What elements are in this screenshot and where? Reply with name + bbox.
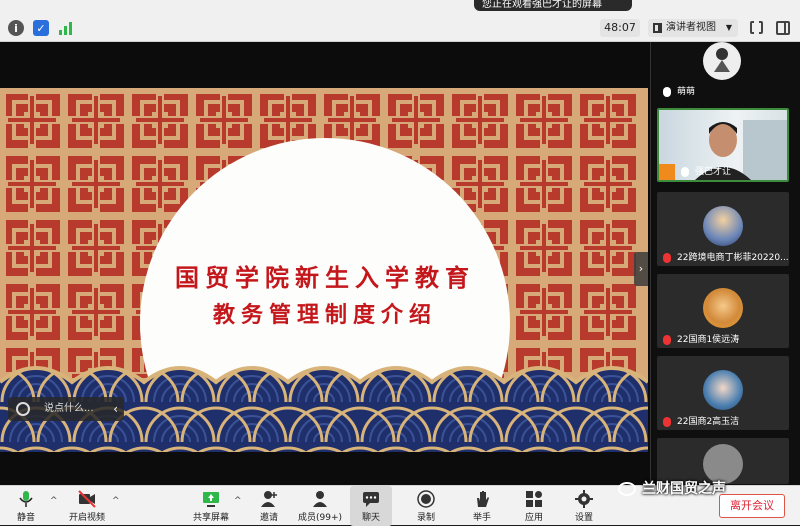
hand-icon [477, 491, 489, 507]
video-off-icon [78, 490, 96, 508]
chevron-up-icon[interactable]: ^ [112, 496, 120, 506]
speaker-view-dropdown[interactable]: 演讲者视图 ▼ [648, 19, 738, 37]
participant-tile-active[interactable]: 强巴才让 [657, 108, 789, 182]
chat-icon [363, 492, 379, 507]
chevron-down-icon: ▼ [725, 23, 732, 32]
meeting-timer: 48:07 [600, 19, 640, 37]
info-icon[interactable]: i [8, 20, 24, 36]
participant-name: 22国商2高玉洁 [677, 417, 740, 427]
sharing-banner[interactable]: 您正在观看强巴才让的屏幕 [474, 0, 632, 11]
chat-placeholder: 说点什么... [44, 403, 94, 414]
avatar [703, 288, 743, 328]
participant-name: 萌萌 [677, 87, 696, 97]
record-icon [417, 490, 435, 508]
participant-name: 强巴才让 [695, 167, 732, 177]
raise-hand-label: 举手 [472, 513, 491, 523]
share-screen-button[interactable]: 共享屏幕 [190, 486, 232, 526]
settings-button[interactable]: 设置 [568, 486, 600, 526]
chat-label: 聊天 [361, 513, 380, 523]
chevron-up-icon[interactable]: ^ [234, 496, 242, 506]
start-video-button[interactable]: 开启视频 [64, 486, 110, 526]
avatar [703, 42, 741, 80]
chat-button[interactable]: 聊天 [350, 486, 392, 526]
view-label: 演讲者视图 [666, 22, 716, 33]
slide-title-line1: 国贸学院新生入学教育 [175, 263, 475, 292]
microphone-icon [19, 491, 33, 507]
participant-name: 22跨境电商丁彬菲20220... [677, 253, 789, 263]
start-video-label: 开启视频 [68, 513, 105, 523]
participants-icon [313, 491, 327, 507]
network-signal-icon[interactable] [58, 21, 74, 35]
chevron-left-icon[interactable]: ‹ [113, 397, 118, 421]
share-screen-label: 共享屏幕 [192, 513, 229, 523]
collapse-sidebar-handle[interactable]: › [634, 252, 648, 286]
meeting-top-bar: i ✓ 48:07 演讲者视图 ▼ [0, 0, 800, 42]
chevron-up-icon[interactable]: ^ [50, 496, 58, 506]
share-screen-icon [203, 492, 219, 507]
participant-gallery: 萌萌 强巴才让 22跨境电商丁彬菲20220... 22国商1侯远涛 22国商2… [650, 42, 800, 485]
invite-button[interactable]: 邀请 [252, 486, 286, 526]
avatar [703, 370, 743, 410]
fullscreen-icon[interactable] [750, 20, 763, 35]
participant-tile[interactable]: 22跨境电商丁彬菲20220... [657, 192, 789, 266]
watermark-text: 兰财国贸之声 [642, 481, 726, 497]
apps-button[interactable]: 应用 [518, 486, 550, 526]
apps-icon [526, 491, 542, 507]
record-button[interactable]: 录制 [410, 486, 442, 526]
raise-hand-button[interactable]: 举手 [466, 486, 498, 526]
emoji-icon[interactable] [16, 402, 30, 416]
layout-icon [653, 23, 662, 33]
avatar [703, 206, 743, 246]
participant-tile[interactable]: 22国商1侯远涛 [657, 274, 789, 348]
participant-name: 22国商1侯远涛 [677, 335, 740, 345]
record-label: 录制 [416, 513, 435, 523]
security-shield-icon[interactable]: ✓ [33, 20, 49, 36]
sidebar-toggle-icon[interactable] [776, 21, 790, 35]
gear-icon [575, 490, 593, 508]
participant-tile[interactable]: 萌萌 [657, 42, 789, 100]
watermark: 兰财国贸之声 [618, 478, 778, 500]
quick-chat-input[interactable]: 说点什么... ‹ [8, 397, 124, 421]
wechat-icon [618, 482, 636, 496]
apps-label: 应用 [524, 513, 543, 523]
slide-title-line2: 教务管理制度介绍 [212, 302, 437, 328]
invite-label: 邀请 [259, 513, 278, 523]
add-person-icon [261, 491, 277, 507]
participant-tile[interactable]: 22国商2高玉洁 [657, 356, 789, 430]
settings-label: 设置 [574, 513, 593, 523]
mute-label: 静音 [16, 513, 35, 523]
participants-button[interactable]: 成员(99+) [298, 486, 342, 526]
participants-label: 成员(99+) [298, 513, 343, 523]
mute-button[interactable]: 静音 [6, 486, 46, 526]
